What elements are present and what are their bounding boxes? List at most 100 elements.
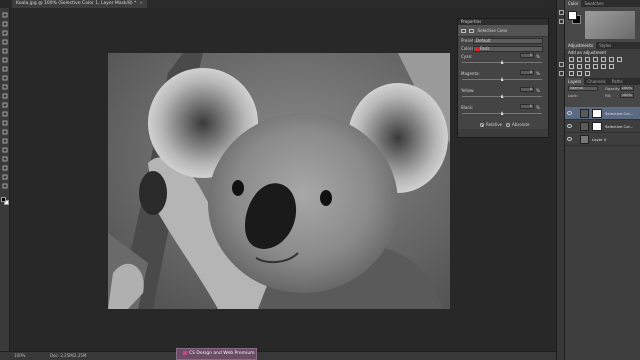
history-icon[interactable] [558, 10, 564, 15]
document-image[interactable] [108, 53, 450, 309]
slider-value-field[interactable]: 0 [520, 104, 534, 109]
gradient-tool-icon[interactable] [2, 111, 8, 117]
properties-footer [458, 129, 548, 137]
tab-adjustments[interactable]: Adjustments [565, 42, 597, 49]
document-tab-label: Koala.jpg @ 100% (Selective Color 1, Lay… [16, 1, 137, 6]
preset-row: Preset: Default [458, 37, 548, 45]
threshold-icon[interactable] [569, 71, 574, 76]
exposure-icon[interactable] [593, 57, 598, 62]
selective-color-icon[interactable] [585, 71, 590, 76]
slider-label: Cyan: [461, 54, 473, 59]
fill-label: Fill: [605, 93, 612, 98]
tools-panel [0, 8, 10, 352]
tab-swatches[interactable]: Swatches [581, 0, 606, 7]
brightness-icon[interactable] [569, 57, 574, 62]
zoom-level[interactable]: 100% [14, 352, 25, 360]
history-brush-tool-icon[interactable] [2, 93, 8, 99]
type-tool-icon[interactable] [2, 147, 8, 153]
lasso-tool-icon[interactable] [2, 30, 8, 36]
relative-radio[interactable] [480, 123, 484, 127]
clone-stamp-tool-icon[interactable] [2, 84, 8, 90]
layer-mask-thumbnail[interactable] [592, 122, 602, 131]
eyedropper-tool-icon[interactable] [2, 57, 8, 63]
layer-mask-thumbnail[interactable] [592, 109, 602, 118]
quick-select-tool-icon[interactable] [2, 39, 8, 45]
eye-icon[interactable] [567, 124, 572, 128]
slider-unit: % [536, 105, 540, 110]
curves-icon[interactable] [585, 57, 590, 62]
blend-mode-dropdown[interactable]: Normal [568, 86, 598, 91]
status-bar: 100% Doc: 2.25M/2.25M [0, 351, 556, 360]
layer-row[interactable]: Selective Col... [565, 120, 640, 133]
taskbar-app-button[interactable]: CS Design and Web Premium [176, 348, 257, 360]
shape-tool-icon[interactable] [2, 165, 8, 171]
slider-label: Yellow: [461, 88, 475, 93]
tab-styles[interactable]: Styles [596, 42, 614, 49]
vibrance-icon[interactable] [601, 57, 606, 62]
healing-tool-icon[interactable] [2, 66, 8, 72]
document-tab[interactable]: Koala.jpg @ 100% (Selective Color 1, Lay… [12, 0, 148, 8]
adjustment-layer-icon [461, 29, 466, 33]
slider-magenta: Magenta: 0% [458, 70, 548, 87]
blur-tool-icon[interactable] [2, 120, 8, 126]
channel-mixer-icon[interactable] [585, 64, 590, 69]
absolute-radio[interactable] [506, 123, 510, 127]
adjustments-grid [565, 56, 640, 78]
move-tool-icon[interactable] [2, 12, 8, 18]
tab-channels[interactable]: Channels [584, 78, 609, 85]
mask-icon[interactable] [469, 29, 475, 33]
slider-value-field[interactable]: 0 [520, 53, 534, 58]
foreground-color-swatch[interactable] [1, 197, 6, 202]
black-white-icon[interactable] [569, 64, 574, 69]
slider-value-field[interactable]: 0 [520, 87, 534, 92]
layers-list: Selective Col... Selective Col... Layer 0 [565, 107, 640, 146]
colors-dropdown[interactable]: Reds [473, 46, 543, 52]
invert-icon[interactable] [601, 64, 606, 69]
slider-value-field[interactable]: 0 [520, 70, 534, 75]
fill-value: 100% [621, 93, 632, 97]
eye-icon[interactable] [567, 137, 572, 141]
method-row: Relative Absolute [458, 121, 548, 129]
layer-name: Layer 0 [592, 137, 607, 142]
taskbar-app-label: CS Design and Web Premium [189, 351, 255, 356]
color-spectrum[interactable] [585, 11, 635, 39]
fill-field[interactable]: 100% [620, 93, 634, 98]
posterize-icon[interactable] [609, 64, 614, 69]
slider-value: 0 [529, 87, 532, 91]
document-tab-bar: Koala.jpg @ 100% (Selective Color 1, Lay… [10, 0, 550, 8]
brush-tool-icon[interactable] [2, 75, 8, 81]
character-icon[interactable] [558, 62, 564, 67]
slider-value: 0 [529, 104, 532, 108]
document-info[interactable]: Doc: 2.25M/2.25M [50, 352, 86, 360]
tab-paths[interactable]: Paths [609, 78, 626, 85]
color-lookup-icon[interactable] [593, 64, 598, 69]
dodge-tool-icon[interactable] [2, 129, 8, 135]
hand-tool-icon[interactable] [2, 174, 8, 180]
levels-icon[interactable] [577, 57, 582, 62]
preset-dropdown[interactable]: Default [473, 38, 543, 44]
layer-row[interactable]: Layer 0 [565, 133, 640, 146]
layer-row[interactable]: Selective Col... [565, 107, 640, 120]
crop-tool-icon[interactable] [2, 48, 8, 54]
opacity-field[interactable]: 100% [620, 86, 634, 91]
adjustments-title: Add an adjustment [568, 50, 607, 55]
hue-sat-icon[interactable] [609, 57, 614, 62]
zoom-tool-icon[interactable] [2, 183, 8, 189]
eraser-tool-icon[interactable] [2, 102, 8, 108]
photo-filter-icon[interactable] [577, 64, 582, 69]
path-select-tool-icon[interactable] [2, 156, 8, 162]
foreground-color-chip[interactable] [568, 11, 577, 20]
colors-row: Colors: Reds [458, 45, 548, 53]
marquee-tool-icon[interactable] [2, 21, 8, 27]
gradient-map-icon[interactable] [577, 71, 582, 76]
tab-color[interactable]: Color [565, 0, 582, 7]
pen-tool-icon[interactable] [2, 138, 8, 144]
slider-label: Magenta: [461, 71, 480, 76]
tab-layers[interactable]: Layers [565, 78, 585, 85]
eye-icon[interactable] [567, 111, 572, 115]
color-balance-icon[interactable] [617, 57, 622, 62]
actions-icon[interactable] [558, 19, 564, 24]
adjustments-tabs: Adjustments Styles [565, 42, 640, 49]
paragraph-icon[interactable] [558, 71, 564, 76]
close-icon[interactable]: × [139, 1, 143, 6]
